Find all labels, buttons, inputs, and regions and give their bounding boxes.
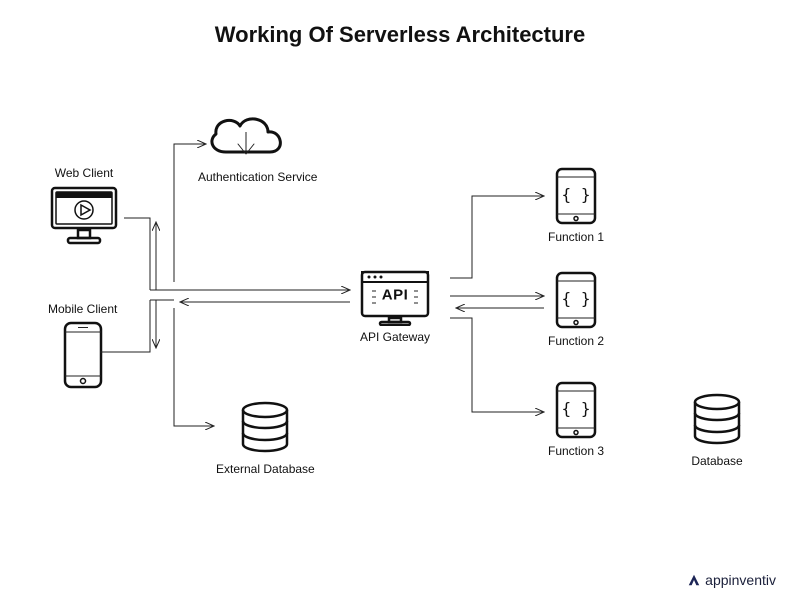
function1-node: { } Function 1 [548,166,604,244]
page-title: Working Of Serverless Architecture [0,22,800,48]
api-gateway-node: API API Gateway [356,266,434,344]
monitor-icon [48,184,120,246]
brand-logo: appinventiv [687,572,776,588]
cloud-download-icon [198,108,294,168]
code-tablet-icon: { } [553,270,599,330]
brand-text: appinventiv [705,572,776,588]
auth-service-node: Authentication Service [198,108,317,184]
function3-node: { } Function 3 [548,380,604,458]
database-label: Database [688,454,746,468]
mobile-client-label: Mobile Client [48,302,117,316]
api-gateway-label: API Gateway [356,330,434,344]
database-icon [688,392,746,450]
external-db-node: External Database [216,400,315,476]
external-db-label: External Database [216,462,315,476]
database-node: Database [688,392,746,468]
auth-service-label: Authentication Service [198,170,317,184]
svg-text:{ }: { } [562,185,591,204]
svg-text:{ }: { } [562,399,591,418]
function1-label: Function 1 [548,230,604,244]
function3-label: Function 3 [548,444,604,458]
api-gateway-icon: API [356,266,434,326]
mobile-client-node: Mobile Client [48,302,117,390]
web-client-label: Web Client [48,166,120,180]
function2-label: Function 2 [548,334,604,348]
api-badge: API [382,286,409,303]
database-icon [236,400,294,458]
svg-text:{ }: { } [562,289,591,308]
brand-mark-icon [687,573,701,587]
code-tablet-icon: { } [553,166,599,226]
function2-node: { } Function 2 [548,270,604,348]
mobile-icon [59,320,107,390]
web-client-node: Web Client [48,166,120,246]
code-tablet-icon: { } [553,380,599,440]
